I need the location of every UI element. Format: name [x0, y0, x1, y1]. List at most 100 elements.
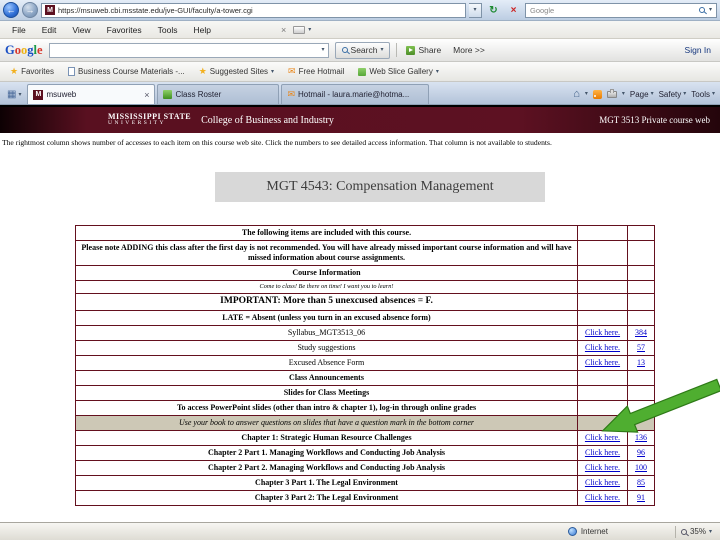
stop-icon: ×	[510, 4, 517, 16]
chevron-down-icon[interactable]: ▾	[308, 27, 311, 33]
click-here-link[interactable]: Click here.	[585, 448, 620, 457]
envelope-icon: ✉	[288, 66, 296, 76]
sign-in-button[interactable]: Sign In	[682, 45, 715, 55]
click-here-link[interactable]: Click here.	[585, 493, 620, 502]
access-count-link[interactable]: 136	[635, 433, 647, 442]
click-here-link[interactable]: Click here.	[585, 463, 620, 472]
envelope-icon: ✉	[287, 89, 296, 99]
access-count-cell	[627, 292, 655, 311]
access-count-link[interactable]: 384	[635, 328, 647, 337]
page-menu-button[interactable]: Page ▾	[630, 90, 654, 99]
access-count-cell	[627, 384, 655, 401]
click-here-link[interactable]: Click here.	[585, 358, 620, 367]
access-count-link[interactable]: 91	[637, 493, 645, 502]
chevron-down-icon[interactable]: ▾	[585, 91, 588, 97]
address-input[interactable]: M https://msuweb.cbi.msstate.edu/jve-GUI…	[41, 2, 466, 18]
favorite-business-course-materials[interactable]: Business Course Materials -...	[62, 64, 191, 80]
safety-menu-button[interactable]: Safety ▾	[659, 90, 687, 99]
tab-hotmail[interactable]: ✉ Hotmail - laura.marie@hotma...	[281, 84, 430, 104]
item-title: Chapter 3 Part 1. The Legal Environment	[75, 474, 578, 491]
menu-tools[interactable]: Tools	[150, 25, 186, 35]
rss-feed-icon[interactable]	[592, 89, 602, 99]
refresh-button[interactable]: ↻	[485, 2, 502, 18]
table-row: Chapter 3 Part 1. The Legal Environment C…	[75, 474, 655, 491]
item-link-cell	[577, 309, 628, 326]
access-count-cell	[627, 225, 655, 241]
access-notice: The rightmost column shows number of acc…	[2, 138, 552, 147]
access-count-link[interactable]: 85	[637, 478, 645, 487]
click-here-link[interactable]: Click here.	[585, 433, 620, 442]
more-button[interactable]: More >>	[450, 45, 488, 55]
msu-logo: MISSISSIPPI STATE UNIVERSITY	[108, 111, 192, 127]
tools-menu-button[interactable]: Tools ▾	[691, 90, 715, 99]
favorite-web-slice-gallery[interactable]: Web Slice Gallery ▾	[352, 64, 444, 80]
stop-button[interactable]: ×	[505, 2, 522, 18]
item-link-cell: Click here.	[577, 339, 628, 356]
menu-favorites[interactable]: Favorites	[99, 25, 150, 35]
forward-button[interactable]: →	[22, 2, 38, 18]
menu-edit[interactable]: Edit	[34, 25, 65, 35]
search-box[interactable]: Google ▾	[525, 2, 717, 18]
favorite-suggested-sites[interactable]: ★ Suggested Sites ▾	[193, 64, 280, 80]
google-logo: Google	[5, 42, 43, 57]
chevron-down-icon: ▾	[683, 91, 687, 97]
chevron-down-icon[interactable]: ▾	[622, 91, 625, 97]
table-row: Class Announcements	[75, 369, 655, 386]
chevron-down-icon[interactable]: ▾	[322, 47, 325, 53]
table-row: IMPORTANT: More than 5 unexcused absence…	[75, 292, 655, 311]
back-icon: ←	[6, 5, 16, 15]
access-count-link[interactable]: 96	[637, 448, 645, 457]
item-link-cell	[577, 280, 628, 294]
access-count-link[interactable]: 57	[637, 343, 645, 352]
menu-help[interactable]: Help	[185, 25, 218, 35]
item-title: LATE = Absent (unless you turn in an exc…	[75, 309, 578, 326]
page-content: The rightmost column shows number of acc…	[0, 133, 720, 522]
favorites-button[interactable]: ★ Favorites	[4, 64, 60, 80]
menu-view[interactable]: View	[64, 25, 98, 35]
table-row: Excused Absence Form Click here. 13	[75, 354, 655, 371]
click-here-link[interactable]: Click here.	[585, 343, 620, 352]
snapshot-icon[interactable]	[293, 25, 306, 34]
chevron-down-icon: ▾	[650, 91, 654, 97]
course-table-body: The following items are included with th…	[75, 225, 655, 506]
url-text: https://msuweb.cbi.msstate.edu/jve-GUI/f…	[58, 5, 253, 15]
access-count-cell: 91	[627, 489, 655, 506]
search-icon	[341, 47, 348, 53]
share-button[interactable]: Share	[403, 45, 444, 55]
table-row: Use your book to answer questions on sli…	[75, 414, 655, 431]
table-row: Come to class! Be there on time! I want …	[75, 280, 655, 294]
search-icon[interactable]	[698, 7, 705, 13]
google-search-button[interactable]: Search ▾	[334, 41, 391, 59]
access-count-cell: 136	[627, 429, 655, 446]
click-here-link[interactable]: Click here.	[585, 478, 620, 487]
zoom-control[interactable]: 35% ▾	[680, 527, 712, 536]
access-count-cell	[627, 265, 655, 281]
item-title: Chapter 2 Part 2. Managing Workflows and…	[75, 459, 578, 476]
access-count-link[interactable]: 100	[635, 463, 647, 472]
quick-tabs-button[interactable]: ▦ ▾	[3, 85, 25, 104]
toolbar-close-icon[interactable]: ×	[277, 25, 290, 35]
tab-close-icon[interactable]: ×	[144, 90, 149, 100]
zone-label: Internet	[580, 527, 608, 536]
grid-icon: ▦	[7, 88, 17, 100]
home-icon[interactable]: ⌂	[573, 88, 580, 100]
back-button[interactable]: ←	[3, 2, 19, 18]
item-title: Please note ADDING this class after the …	[75, 240, 578, 266]
access-count-link[interactable]: 13	[637, 358, 645, 367]
tab-favicon: M	[33, 89, 44, 100]
google-search-input[interactable]: ▾	[48, 42, 329, 58]
page-icon	[67, 67, 75, 76]
favorite-free-hotmail[interactable]: ✉ Free Hotmail	[282, 64, 350, 80]
print-icon[interactable]	[606, 88, 617, 98]
menu-file[interactable]: File	[4, 25, 34, 35]
tab-msuweb[interactable]: M msuweb ×	[27, 84, 156, 104]
status-bar: Internet 35% ▾	[0, 522, 720, 540]
address-dropdown[interactable]: ▾	[469, 2, 482, 18]
table-row: Chapter 1: Strategic Human Resource Chal…	[75, 429, 655, 446]
click-here-link[interactable]: Click here.	[585, 328, 620, 337]
access-count-cell	[627, 399, 655, 416]
security-zone: Internet	[567, 527, 608, 536]
search-dropdown-icon[interactable]: ▾	[709, 7, 712, 13]
tab-class-roster[interactable]: Class Roster	[157, 84, 280, 104]
tab-bar: ▦ ▾ M msuweb × Class Roster ✉ Hotmail - …	[0, 82, 720, 105]
